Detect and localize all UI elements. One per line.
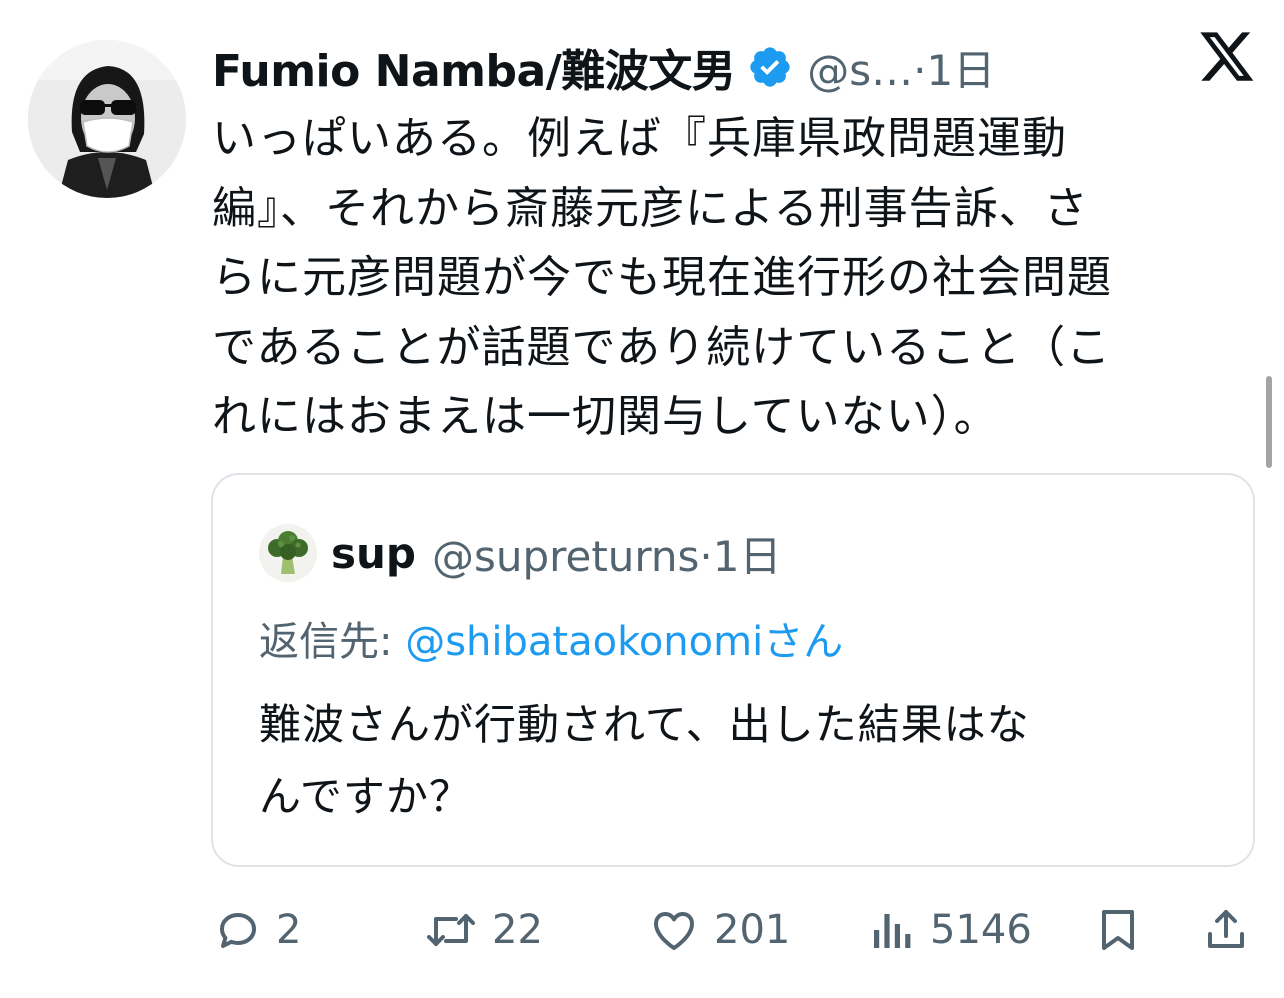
- quoted-tweet-text: 難波さんが行動されて、出した結果はな んですか？: [259, 689, 1219, 833]
- author-display-name[interactable]: Fumio Namba/難波文男: [212, 35, 736, 99]
- reply-button[interactable]: 2: [214, 900, 301, 960]
- share-icon: [1208, 910, 1244, 948]
- like-count: 201: [714, 907, 791, 953]
- scrollbar-thumb[interactable]: [1266, 376, 1272, 468]
- x-logo-icon: [1198, 32, 1256, 86]
- tweet-text: いっぱいある。例えば『兵庫県政問題運動 編』、それから斎藤元彦による刑事告訴、さ…: [212, 104, 1242, 452]
- reply-to-prefix: 返信先:: [259, 619, 406, 665]
- author-handle-time[interactable]: @s…·1日: [807, 37, 995, 98]
- share-button[interactable]: [1202, 900, 1250, 960]
- profile-photo-icon: [28, 40, 186, 198]
- tweet-text-line: 編』、それから斎藤元彦による刑事告訴、さ: [212, 182, 1089, 234]
- view-count: 5146: [930, 907, 1032, 953]
- author-avatar[interactable]: [28, 40, 186, 198]
- quoted-tweet-header: sup @supreturns·1日: [259, 523, 782, 584]
- tweet-text-line: であることが話題であり続けていること（こ: [212, 321, 1112, 373]
- reply-to-mention[interactable]: @shibataokonomi: [405, 619, 763, 665]
- views-button[interactable]: 5146: [868, 900, 1032, 960]
- tweet-action-bar: 2 22 201 5146: [212, 900, 1258, 960]
- like-button[interactable]: 201: [648, 900, 790, 960]
- reply-to-suffix: さん: [763, 619, 844, 665]
- heart-icon: [654, 912, 694, 950]
- tweet-text-line: いっぱいある。例えば『兵庫県政問題運動: [212, 113, 1067, 164]
- quoted-text-line: 難波さんが行動されて、出した結果はな: [259, 700, 1030, 749]
- retweet-count: 22: [492, 907, 543, 953]
- tweet-text-line: らに元彦問題が今でも現在進行形の社会問題: [212, 252, 1112, 303]
- tweet-text-line: れにはおまえは一切関与していない）。: [212, 391, 999, 442]
- tweet-header: Fumio Namba/難波文男 @s…·1日: [212, 34, 995, 100]
- views-chart-icon: [874, 914, 911, 948]
- reply-to-line: 返信先: @shibataokonomiさん: [259, 609, 843, 667]
- retweet-icon: [427, 914, 475, 946]
- reply-count: 2: [276, 907, 302, 953]
- quoted-author-avatar[interactable]: [259, 524, 317, 582]
- quoted-author-handle-time[interactable]: @supreturns·1日: [432, 523, 782, 584]
- verified-badge-icon: [747, 44, 793, 90]
- quoted-tweet-card[interactable]: sup @supreturns·1日 返信先: @shibataokonomiさ…: [211, 473, 1255, 867]
- bookmark-icon: [1102, 910, 1134, 950]
- broccoli-icon: [259, 524, 317, 582]
- retweet-button[interactable]: 22: [424, 900, 543, 960]
- bookmark-button[interactable]: [1096, 900, 1140, 960]
- quoted-author-name[interactable]: sup: [331, 529, 416, 578]
- reply-icon: [220, 913, 256, 948]
- quoted-text-line: んですか？: [259, 772, 472, 821]
